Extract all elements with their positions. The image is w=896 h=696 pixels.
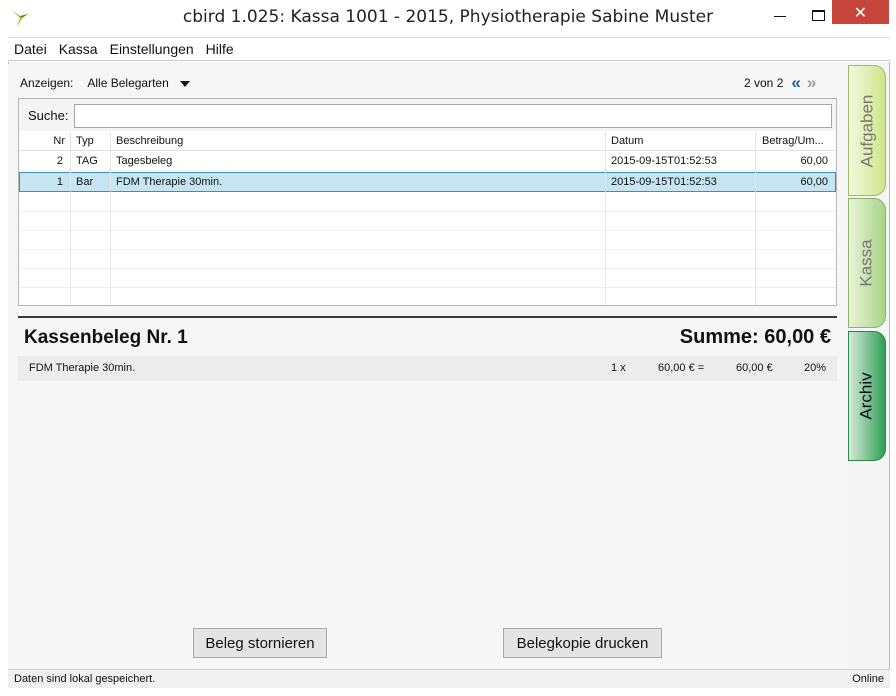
column-header-betrag[interactable]: Betrag/Um... bbox=[762, 132, 834, 151]
table-header: Nr Typ Beschreibung Datum Betrag/Um... bbox=[19, 132, 836, 151]
tab-kassa-label: Kassa bbox=[857, 239, 876, 287]
cancel-receipt-button[interactable]: Beleg stornieren bbox=[193, 628, 327, 658]
tab-archiv[interactable]: Archiv bbox=[848, 331, 886, 461]
receipt-title: Kassenbeleg Nr. 1 bbox=[24, 327, 188, 348]
dropdown-caret-icon bbox=[180, 81, 191, 87]
tab-archiv-label: Archiv bbox=[857, 372, 877, 420]
connection-status: Online bbox=[852, 673, 884, 685]
tab-aufgaben-label: Aufgaben bbox=[857, 94, 877, 167]
table-row-empty bbox=[19, 288, 836, 305]
next-page-icon[interactable]: » bbox=[807, 74, 816, 91]
print-receipt-copy-button[interactable]: Belegkopie drucken bbox=[503, 628, 662, 658]
menu-kassa[interactable]: Kassa bbox=[53, 41, 104, 57]
column-header-beschreibung[interactable]: Beschreibung bbox=[116, 132, 183, 151]
document-list: Suche: Nr Typ Beschreibung Datum Betrag/… bbox=[18, 98, 837, 306]
status-message: Daten sind lokal gespeichert. bbox=[14, 673, 156, 685]
search-input[interactable] bbox=[74, 104, 832, 128]
column-divider bbox=[70, 132, 71, 305]
close-icon: ✕ bbox=[853, 2, 868, 22]
table-row[interactable]: 2 TAG Tagesbeleg 2015-09-15T01:52:53 60,… bbox=[19, 152, 836, 171]
menu-datei[interactable]: Datei bbox=[8, 41, 53, 57]
column-divider bbox=[755, 132, 756, 305]
search-row: Suche: bbox=[19, 99, 836, 131]
item-tax-rate: 20% bbox=[804, 362, 827, 374]
item-name: FDM Therapie 30min. bbox=[29, 362, 136, 374]
column-header-typ[interactable]: Typ bbox=[76, 132, 94, 151]
column-header-datum[interactable]: Datum bbox=[611, 132, 643, 151]
filter-dropdown[interactable]: Alle Belegarten bbox=[87, 76, 191, 90]
cell-datum: 2015-09-15T01:52:53 bbox=[611, 155, 717, 167]
item-unit-price: 60,00 € = bbox=[658, 362, 705, 374]
cell-beschreibung: FDM Therapie 30min. bbox=[116, 176, 223, 188]
title-bar: cbird 1.025: Kassa 1001 - 2015, Physioth… bbox=[0, 0, 896, 36]
table-row-empty bbox=[19, 250, 836, 269]
menu-einstellungen[interactable]: Einstellungen bbox=[104, 41, 200, 57]
menu-hilfe[interactable]: Hilfe bbox=[200, 41, 240, 57]
column-divider bbox=[605, 132, 606, 305]
section-divider bbox=[18, 316, 837, 318]
maximize-icon bbox=[811, 9, 825, 21]
receipt-item-row: FDM Therapie 30min. 1 x 60,00 € = 60,00 … bbox=[18, 356, 837, 381]
cell-betrag: 60,00 bbox=[800, 176, 828, 188]
table-row-empty bbox=[19, 193, 836, 212]
receipt-sum: Summe: 60,00 € bbox=[679, 326, 831, 348]
close-button[interactable]: ✕ bbox=[832, 0, 889, 24]
tab-kassa[interactable]: Kassa bbox=[848, 198, 886, 328]
cell-typ: Bar bbox=[76, 176, 94, 188]
cell-datum: 2015-09-15T01:52:53 bbox=[611, 176, 717, 188]
status-bar: Daten sind lokal gespeichert. Online bbox=[8, 669, 890, 688]
menu-bar: Datei Kassa Einstellungen Hilfe bbox=[8, 37, 890, 61]
table-row-empty bbox=[19, 231, 836, 250]
filter-bar: Anzeigen: Alle Belegarten bbox=[20, 74, 191, 92]
item-total: 60,00 € bbox=[736, 362, 773, 374]
tab-aufgaben[interactable]: Aufgaben bbox=[848, 65, 886, 196]
item-quantity: 1 x bbox=[611, 362, 626, 374]
cell-typ: TAG bbox=[76, 155, 98, 167]
column-divider bbox=[110, 132, 111, 305]
cell-betrag: 60,00 bbox=[800, 155, 828, 167]
search-label: Suche: bbox=[28, 108, 69, 123]
minimize-icon bbox=[774, 15, 786, 17]
cell-nr: 2 bbox=[56, 155, 63, 167]
column-header-nr[interactable]: Nr bbox=[41, 132, 65, 151]
cell-beschreibung: Tagesbeleg bbox=[116, 155, 173, 167]
previous-page-icon[interactable]: « bbox=[791, 74, 800, 91]
filter-label: Anzeigen: bbox=[20, 76, 74, 90]
table-row-empty bbox=[19, 212, 836, 231]
cell-nr: 1 bbox=[56, 176, 63, 188]
pager-text: 2 von 2 bbox=[744, 76, 784, 90]
table-row-empty bbox=[19, 269, 836, 288]
pager: 2 von 2 « » bbox=[744, 74, 816, 92]
table-row-selected[interactable]: 1 Bar FDM Therapie 30min. 2015-09-15T01:… bbox=[19, 172, 836, 192]
filter-value: Alle Belegarten bbox=[87, 76, 169, 90]
